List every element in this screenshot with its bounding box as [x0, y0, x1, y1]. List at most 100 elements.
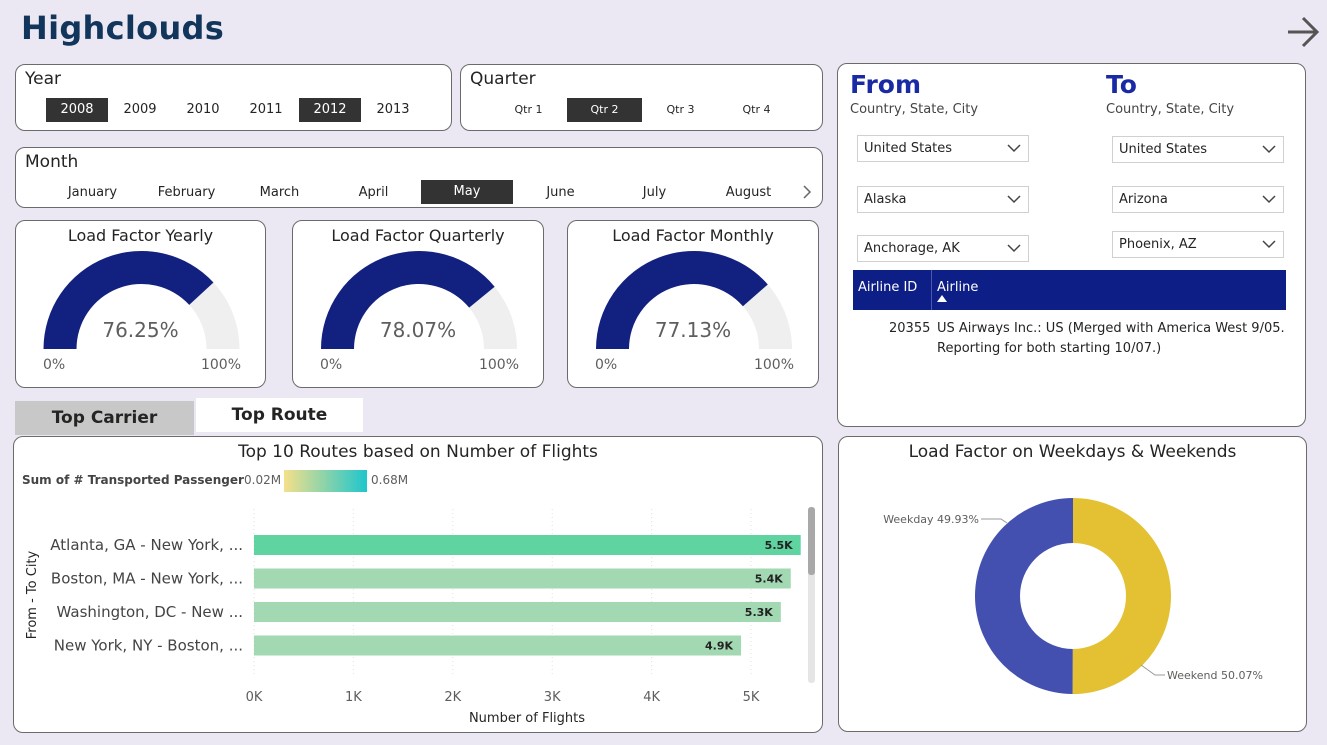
from-city-dropdown[interactable]: Anchorage, AK	[857, 235, 1029, 262]
year-option-2012[interactable]: 2012	[299, 98, 361, 122]
gauge-load-factor-monthly: Load Factor Monthly 77.13% 0% 100%	[567, 220, 819, 388]
leader-line	[981, 518, 1008, 524]
tab-top-carrier[interactable]: Top Carrier	[15, 401, 194, 435]
quarter-slicer: Quarter Qtr 1 Qtr 2 Qtr 3 Qtr 4	[460, 64, 823, 131]
slice-label-weekend: Weekend 50.07%	[1167, 669, 1263, 682]
weekday-weekend-chart: Load Factor on Weekdays & Weekends Weekd…	[838, 436, 1307, 732]
year-option-2008[interactable]: 2008	[46, 98, 108, 122]
month-option-january[interactable]: January	[46, 181, 139, 205]
month-slicer-title: Month	[25, 152, 79, 172]
to-state-dropdown[interactable]: Arizona	[1112, 186, 1284, 213]
year-option-2013[interactable]: 2013	[362, 98, 424, 122]
y-category-label: Washington, DC - New ...	[57, 603, 243, 621]
dropdown-value: Anchorage, AK	[864, 241, 960, 256]
month-slicer: Month January February March April May J…	[15, 147, 823, 208]
gauge-value: 77.13%	[654, 318, 732, 342]
chevron-right-icon[interactable]	[801, 184, 813, 200]
forward-arrow-icon[interactable]	[1285, 14, 1321, 50]
bar	[254, 535, 801, 555]
gauge-max-label: 100%	[200, 357, 241, 373]
chevron-down-icon	[1007, 195, 1021, 204]
table-cell-airline: US Airways Inc.: US (Merged with America…	[937, 321, 1285, 336]
airline-table-header	[853, 270, 1286, 310]
route-filter-panel: From Country, State, City To Country, St…	[837, 63, 1306, 427]
leader-line	[1140, 664, 1165, 676]
gauge-max-label: 100%	[753, 357, 794, 373]
chevron-down-icon	[1007, 244, 1021, 253]
month-option-february[interactable]: February	[140, 181, 233, 205]
x-tick-label: 4K	[643, 690, 660, 705]
quarter-option-q1[interactable]: Qtr 1	[491, 98, 566, 122]
bar	[254, 568, 791, 589]
top-routes-chart: Top 10 Routes based on Number of Flights…	[13, 436, 823, 733]
to-city-dropdown[interactable]: Phoenix, AZ	[1112, 231, 1284, 258]
year-slicer: Year 2008 2009 2010 2011 2012 2013	[15, 64, 452, 131]
y-axis-label: From - To City	[25, 550, 40, 639]
quarter-option-q4[interactable]: Qtr 4	[719, 98, 794, 122]
gauge-max-label: 100%	[478, 357, 519, 373]
x-tick-label: 3K	[544, 690, 561, 705]
dropdown-value: Alaska	[864, 192, 907, 207]
month-option-july[interactable]: July	[608, 181, 701, 205]
gauge-value: 76.25%	[102, 318, 179, 342]
chevron-down-icon	[1262, 145, 1276, 154]
table-header-divider	[931, 270, 932, 310]
x-tick-label: 5K	[743, 690, 760, 705]
month-option-march[interactable]: March	[233, 181, 326, 205]
quarter-option-q3[interactable]: Qtr 3	[643, 98, 718, 122]
app-title: Highclouds	[21, 9, 225, 47]
x-tick-label: 2K	[444, 690, 461, 705]
month-option-june[interactable]: June	[514, 181, 607, 205]
table-header-airline-id[interactable]: Airline ID	[858, 280, 917, 295]
tab-top-route[interactable]: Top Route	[196, 398, 363, 432]
gauge-load-factor-yearly: Load Factor Yearly 76.25% 0% 100%	[15, 220, 266, 388]
slice-label-weekday: Weekday 49.93%	[883, 513, 979, 526]
chart-scrollbar-thumb[interactable]	[808, 507, 815, 575]
year-option-2011[interactable]: 2011	[235, 98, 297, 122]
table-cell-airline-cont: Reporting for both starting 10/07.)	[937, 341, 1162, 356]
gauge-value: 78.07%	[379, 318, 457, 342]
month-option-august[interactable]: August	[702, 181, 795, 205]
from-state-dropdown[interactable]: Alaska	[857, 186, 1029, 213]
donut-plot: Weekday 49.93% Weekend 50.07%	[883, 498, 1263, 694]
routes-bar-plot: 0K 1K 2K 3K 4K 5K Atlanta, GA - New York, ... 5…	[25, 509, 801, 726]
dropdown-value: United States	[864, 141, 953, 156]
donut-slice-weekend	[1072, 498, 1171, 694]
bar-data-label: 5.4K	[755, 573, 783, 586]
chevron-down-icon	[1262, 195, 1276, 204]
table-cell-airline-id: 20355	[889, 321, 931, 336]
gauge-min-label: 0%	[595, 357, 618, 373]
year-slicer-title: Year	[25, 69, 61, 89]
dropdown-value: Arizona	[1119, 192, 1168, 207]
quarter-option-q2[interactable]: Qtr 2	[567, 98, 642, 122]
from-country-dropdown[interactable]: United States	[857, 135, 1029, 162]
year-option-2009[interactable]: 2009	[109, 98, 171, 122]
bar-data-label: 5.3K	[745, 606, 773, 619]
to-country-dropdown[interactable]: United States	[1112, 136, 1284, 163]
bar	[254, 602, 781, 622]
month-option-may[interactable]: May	[421, 180, 513, 204]
x-axis-label: Number of Flights	[469, 711, 585, 726]
gauge-min-label: 0%	[320, 357, 343, 373]
from-subtitle: Country, State, City	[850, 102, 979, 117]
to-subtitle: Country, State, City	[1106, 102, 1235, 117]
gauge-load-factor-quarterly: Load Factor Quarterly 78.07% 0% 100%	[292, 220, 544, 388]
y-category-label: New York, NY - Boston, ...	[54, 637, 243, 655]
bar-data-label: 4.9K	[705, 640, 733, 653]
gauge-min-label: 0%	[43, 357, 66, 373]
y-category-label: Boston, MA - New York, ...	[51, 570, 243, 588]
bar-data-label: 5.5K	[765, 539, 793, 552]
table-header-airline[interactable]: Airline	[937, 280, 978, 295]
dropdown-value: Phoenix, AZ	[1119, 237, 1197, 252]
month-option-april[interactable]: April	[327, 181, 420, 205]
y-category-label: Atlanta, GA - New York, ...	[50, 536, 243, 554]
x-tick-label: 0K	[246, 690, 263, 705]
chevron-down-icon	[1007, 144, 1021, 153]
from-title: From	[850, 70, 922, 99]
bar	[254, 635, 742, 656]
chevron-down-icon	[1262, 240, 1276, 249]
sort-ascending-icon[interactable]	[937, 295, 947, 302]
to-title: To	[1106, 70, 1137, 99]
quarter-slicer-title: Quarter	[470, 69, 536, 89]
year-option-2010[interactable]: 2010	[172, 98, 234, 122]
